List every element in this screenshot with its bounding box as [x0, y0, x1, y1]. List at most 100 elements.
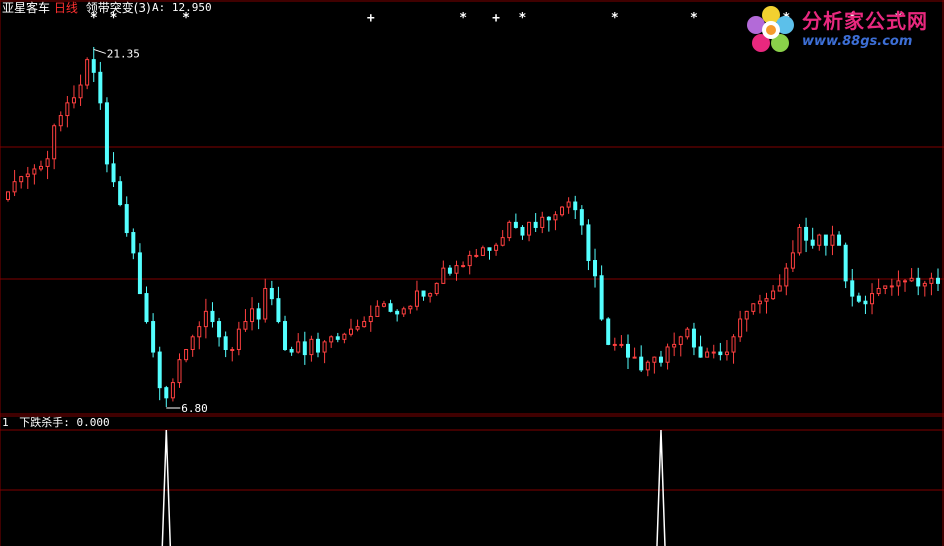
candle-body: [45, 158, 50, 167]
candle-body: [876, 287, 881, 295]
candle-body: [685, 328, 690, 338]
candle-body: [157, 351, 162, 389]
candle-body: [414, 290, 419, 307]
candle-body: [441, 267, 446, 284]
candle-body: [197, 326, 202, 338]
candle-body: [777, 285, 782, 292]
chart-header: 亚星客车 日线 领带突变(3): [2, 1, 151, 15]
candle-body: [837, 234, 842, 246]
signal-marker: +: [367, 11, 375, 26]
candle-body: [170, 382, 175, 399]
candle-body: [124, 204, 129, 234]
candle-body: [250, 308, 255, 323]
signal-marker: *: [459, 11, 467, 26]
candle-body: [243, 321, 248, 330]
candle-body: [909, 277, 914, 282]
candle-body: [71, 97, 76, 104]
candle-body: [25, 173, 30, 178]
candle-body: [586, 224, 591, 262]
candle-body: [579, 209, 584, 226]
indicator-value-a: A: 12.950: [152, 1, 212, 14]
candle-body: [916, 277, 921, 287]
candle-body: [929, 277, 934, 284]
candle-body: [12, 181, 17, 193]
candle-body: [118, 181, 123, 206]
candle-body: [362, 321, 367, 328]
candle-body: [342, 333, 347, 340]
candle-body: [513, 221, 518, 228]
candle-body: [276, 298, 281, 323]
candle-body: [626, 343, 630, 358]
candle-body: [922, 282, 927, 287]
candle-body: [870, 293, 875, 305]
candle-body: [705, 351, 710, 358]
candle-body: [797, 226, 802, 254]
candle-body: [698, 346, 703, 358]
candle-body: [408, 305, 413, 310]
candle-body: [757, 300, 762, 305]
candle-body: [784, 267, 789, 287]
candle-body: [368, 315, 373, 323]
signal-marker: +: [492, 11, 500, 26]
sub-spike: [161, 429, 172, 546]
candle-body: [790, 252, 795, 269]
candle-body: [593, 260, 598, 277]
candle-body: [560, 206, 565, 216]
candle-body: [263, 287, 268, 320]
candle-body: [645, 361, 650, 371]
candle-body: [190, 336, 195, 351]
candle-body: [329, 336, 334, 343]
candle-body: [540, 216, 545, 228]
sub-indicator-spikes: [161, 429, 666, 546]
candle-body: [434, 282, 439, 295]
candle-body: [863, 300, 868, 305]
logo-url: www.88gs.com: [802, 34, 913, 49]
candle-body: [203, 310, 208, 328]
candle-body: [487, 247, 492, 251]
candle-body: [527, 221, 532, 236]
candle-body: [78, 84, 83, 99]
indicator-name[interactable]: 领带突变(3): [86, 1, 151, 15]
candle-body: [691, 328, 696, 348]
candle-body: [619, 343, 624, 346]
candle-body: [599, 275, 604, 320]
period-label[interactable]: 日线: [54, 1, 78, 15]
candle-body: [137, 252, 142, 295]
candle-body: [533, 221, 538, 228]
candles-group: [6, 46, 940, 408]
candle-body: [672, 343, 677, 348]
candle-body: [283, 321, 288, 351]
candle-body: [936, 277, 940, 284]
candle-body: [883, 285, 888, 289]
candle-body: [823, 234, 828, 246]
candle-body: [151, 321, 156, 353]
candle-body: [111, 163, 116, 183]
candle-body: [447, 267, 452, 274]
candle-body: [678, 336, 683, 345]
sub-indicator-value: 下跌杀手: 0.000: [19, 416, 110, 429]
candle-body: [711, 351, 716, 354]
candle-body: [612, 343, 617, 346]
candle-body: [256, 308, 261, 320]
candle-body: [658, 356, 663, 363]
candle-body: [665, 346, 670, 363]
candle-body: [817, 234, 822, 246]
candle-body: [210, 310, 215, 323]
candle-body: [177, 359, 182, 384]
signal-marker: *: [611, 11, 619, 26]
candle-body: [296, 341, 301, 353]
flower-logo-icon: [747, 6, 794, 52]
candle-body: [401, 308, 406, 315]
low-price-label: 6.80: [181, 402, 208, 415]
candle-body: [751, 303, 756, 312]
candle-body: [395, 310, 400, 315]
candle-body: [494, 244, 499, 251]
high-price-label: 21.35: [107, 47, 140, 60]
candle-body: [217, 321, 222, 338]
high-marker-arrow: [93, 48, 106, 54]
stock-name: 亚星客车: [2, 1, 51, 15]
candle-body: [421, 290, 426, 297]
candle-body: [223, 336, 228, 351]
candle-body: [58, 115, 63, 127]
candle-body: [289, 349, 294, 353]
